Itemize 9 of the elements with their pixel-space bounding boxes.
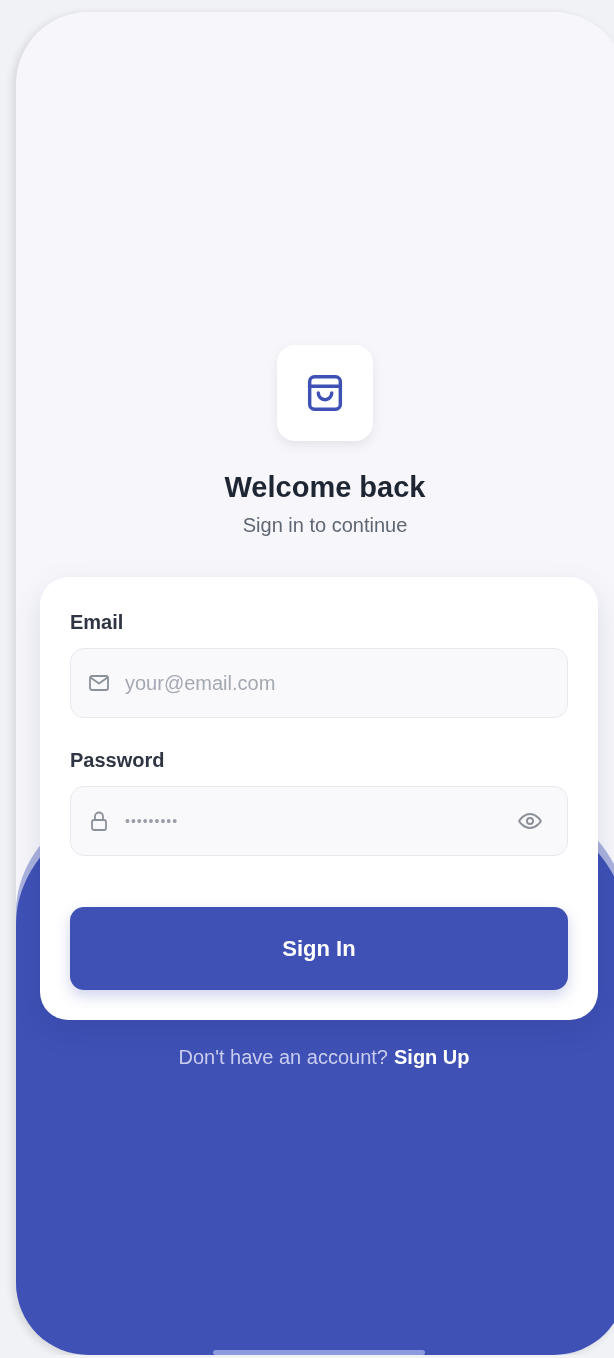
- email-field[interactable]: your@email.com: [70, 648, 568, 718]
- sign-in-button[interactable]: Sign In: [70, 907, 568, 990]
- welcome-title: Welcome back: [224, 471, 426, 504]
- field-label: Password: [70, 749, 166, 772]
- subtitle-text: Sign in to continue: [242, 514, 408, 537]
- sign-up-link[interactable]: Sign Up: [394, 1046, 470, 1069]
- signup-prompt: Don't have an account?: [178, 1046, 388, 1069]
- email-input[interactable]: your@email.com: [125, 649, 543, 717]
- field-label: Email: [70, 611, 125, 634]
